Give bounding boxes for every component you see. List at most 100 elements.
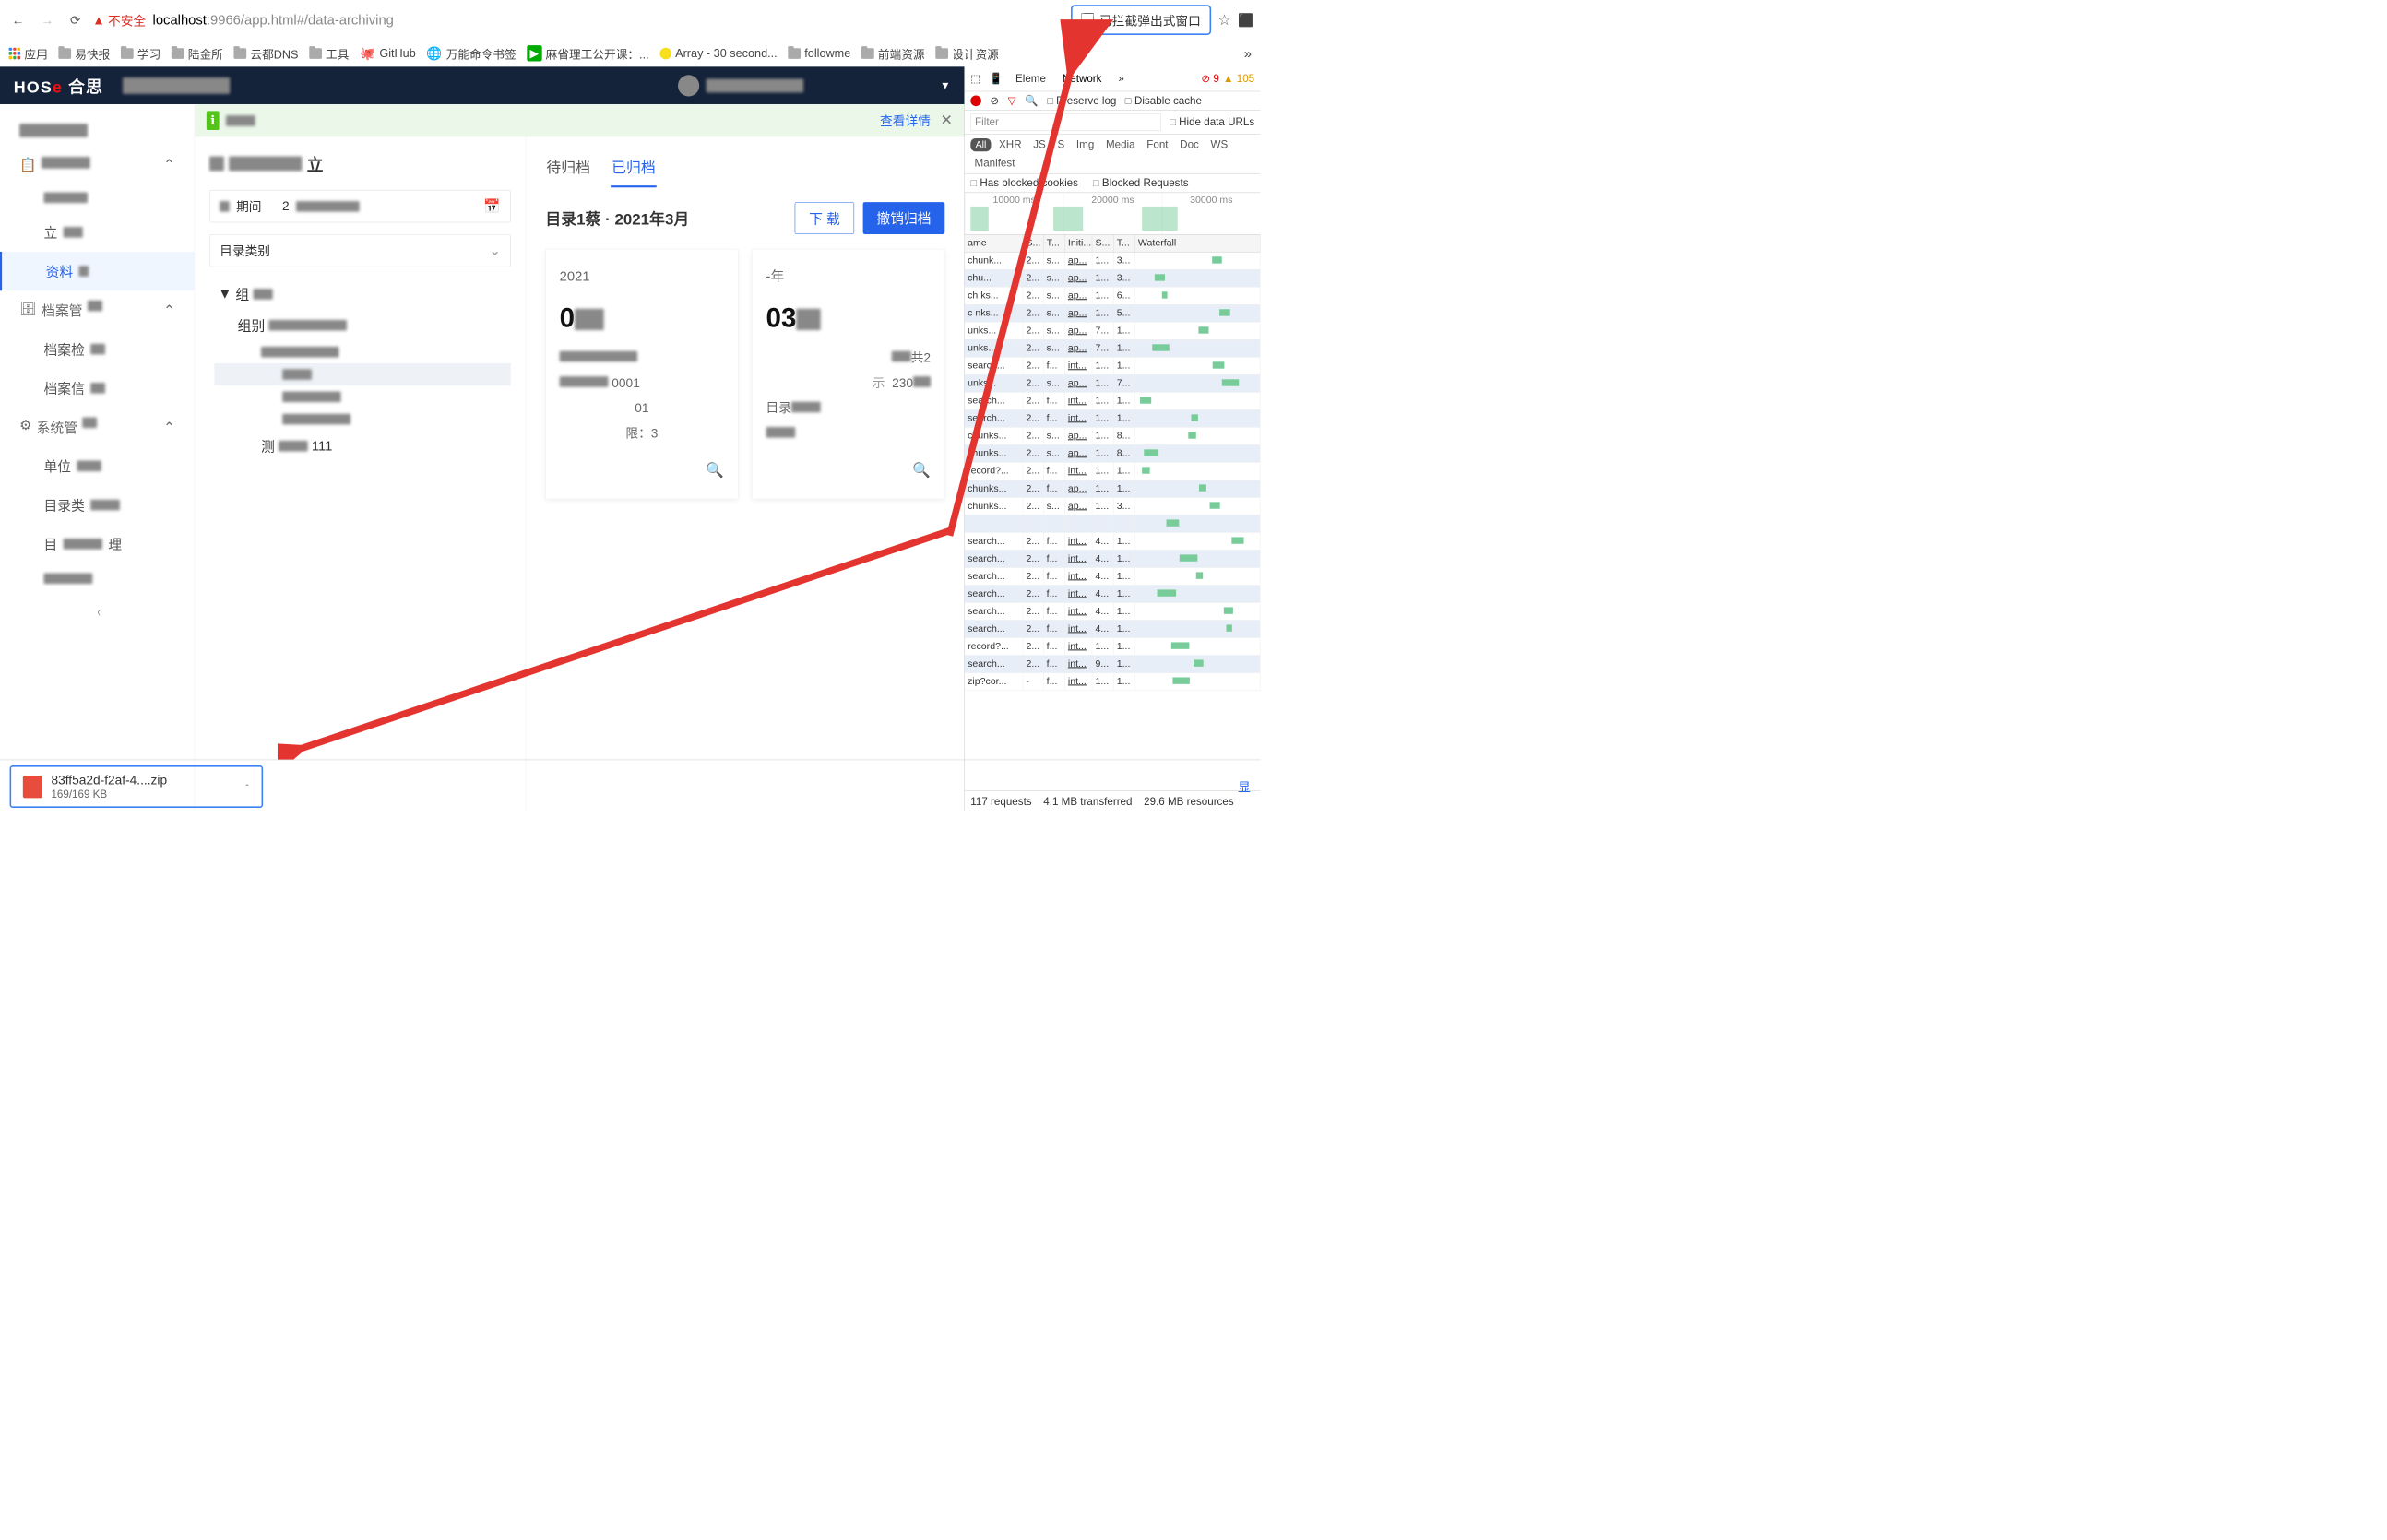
sidebar-item[interactable] bbox=[0, 114, 195, 148]
popup-blocked-chip[interactable]: 🗔 已拦截弹出式窗口 bbox=[1071, 5, 1211, 35]
network-row[interactable]: record?...2...f...int...1...1... bbox=[965, 463, 1260, 480]
view-icon[interactable]: 🔍 bbox=[766, 456, 931, 485]
network-row[interactable]: search...2...f...int...9...1... bbox=[965, 656, 1260, 673]
sidebar-group[interactable]: ⚙ 系统管⌃ bbox=[0, 408, 195, 446]
archive-card[interactable]: 2021 0 0001 01 限：3 🔍 bbox=[545, 249, 738, 499]
tree-node[interactable]: 组别 bbox=[214, 310, 511, 341]
sidebar-item[interactable]: 目录类 bbox=[0, 485, 195, 524]
sidebar-item[interactable]: 目理 bbox=[0, 525, 195, 563]
view-icon[interactable]: 🔍 bbox=[560, 456, 724, 485]
bookmark-item[interactable]: 前端资源 bbox=[861, 45, 925, 62]
filter-media[interactable]: Media bbox=[1102, 137, 1139, 152]
bookmark-item[interactable]: 🐙GitHub bbox=[360, 46, 416, 61]
filter-icon[interactable]: ▽ bbox=[1008, 94, 1016, 107]
record-button[interactable] bbox=[970, 95, 981, 106]
preserve-log-checkbox[interactable]: Preserve log bbox=[1047, 94, 1116, 107]
bookmark-item[interactable]: 工具 bbox=[309, 45, 349, 62]
reload-button[interactable]: ⟳ bbox=[65, 10, 86, 30]
tab-pending[interactable]: 待归档 bbox=[545, 151, 591, 187]
bookmark-star-icon[interactable]: ☆ bbox=[1217, 11, 1230, 28]
tab-archived[interactable]: 已归档 bbox=[611, 151, 657, 187]
show-all-downloads[interactable]: 显 bbox=[1238, 777, 1251, 796]
network-row[interactable]: search...2...f...int...4...1... bbox=[965, 551, 1260, 568]
tree-node[interactable] bbox=[214, 408, 511, 430]
col-size[interactable]: S... bbox=[1092, 234, 1113, 251]
col-waterfall[interactable]: Waterfall bbox=[1135, 234, 1261, 251]
devtools-tab-network[interactable]: Network bbox=[1059, 70, 1106, 89]
col-time[interactable]: T... bbox=[1114, 234, 1135, 251]
tree-node-selected[interactable] bbox=[214, 363, 511, 385]
bookmark-item[interactable]: Array - 30 second... bbox=[659, 46, 777, 60]
search-icon[interactable]: 🔍 bbox=[1025, 94, 1038, 107]
tree-node[interactable] bbox=[214, 341, 511, 363]
user-dropdown-caret[interactable]: ▼ bbox=[940, 79, 951, 92]
bookmark-item[interactable]: 🌐万能命令书签 bbox=[426, 45, 516, 62]
apps-button[interactable]: 应用 bbox=[9, 45, 48, 62]
revoke-button[interactable]: 撤销归档 bbox=[863, 202, 945, 234]
network-row[interactable]: search...2...f...int...1...1... bbox=[965, 393, 1260, 410]
filter-img[interactable]: Img bbox=[1073, 137, 1098, 152]
device-icon[interactable]: 📱 bbox=[990, 73, 1003, 86]
network-row[interactable]: chunks...2...s...ap...1...8... bbox=[965, 428, 1260, 445]
bookmark-item[interactable]: ▶麻省理工公开课：... bbox=[527, 45, 648, 62]
forward-button[interactable]: → bbox=[36, 10, 58, 30]
back-button[interactable]: ← bbox=[6, 10, 29, 30]
tree-node[interactable]: 测111 bbox=[214, 431, 511, 462]
tree-node[interactable]: ▼组 bbox=[214, 278, 511, 310]
network-row[interactable]: chunks...2...s...ap...1...3... bbox=[965, 498, 1260, 515]
network-row[interactable]: chunk...2...s...ap...1...3... bbox=[965, 253, 1260, 270]
network-timeline[interactable]: 10000 ms 20000 ms 30000 ms bbox=[965, 193, 1260, 234]
network-row[interactable]: chunks...2...f...ap...1...1... bbox=[965, 480, 1260, 498]
blocked-requests-checkbox[interactable]: Blocked Requests bbox=[1093, 177, 1189, 190]
chevron-up-icon[interactable]: ⌃ bbox=[244, 783, 250, 790]
network-row[interactable]: record?...2...f...int...1...1... bbox=[965, 638, 1260, 656]
tree-node[interactable] bbox=[214, 385, 511, 408]
sidebar-item[interactable] bbox=[0, 563, 195, 594]
sidebar-group[interactable]: 🗄 档案管⌃ bbox=[0, 290, 195, 329]
filter-doc[interactable]: Doc bbox=[1176, 137, 1203, 152]
network-row[interactable]: search...2...f...int...4...1... bbox=[965, 533, 1260, 551]
network-row[interactable]: zip?cor...-f...int...1...1... bbox=[965, 673, 1260, 691]
devtools-tab-elements[interactable]: Eleme bbox=[1012, 70, 1050, 89]
devtools-warnings[interactable]: ⊘ 9▲ 105 bbox=[1201, 73, 1254, 86]
clear-icon[interactable]: ⊘ bbox=[990, 94, 999, 107]
sidebar-item[interactable]: 档案检 bbox=[0, 329, 195, 368]
sidebar-item[interactable] bbox=[0, 183, 195, 213]
network-row[interactable]: c nks...2...s...ap...1...5... bbox=[965, 305, 1260, 323]
network-row[interactable]: search...2...f...int...4...1... bbox=[965, 621, 1260, 638]
network-row[interactable]: chunks...2...s...ap...1...8... bbox=[965, 445, 1260, 463]
address-bar[interactable]: ▲ 不安全 localhost:9966/app.html#/data-arch… bbox=[92, 11, 1063, 30]
col-initiator[interactable]: Initi... bbox=[1065, 234, 1093, 251]
network-row[interactable]: search...2...f...int...4...1... bbox=[965, 603, 1260, 621]
network-row[interactable]: search...2...f...int...1...1... bbox=[965, 410, 1260, 428]
devtools-tab-more[interactable]: » bbox=[1114, 70, 1128, 89]
inspect-icon[interactable]: ⬚ bbox=[970, 73, 980, 86]
network-row[interactable]: unks...2...s...ap...7...1... bbox=[965, 340, 1260, 358]
filter-css[interactable]: S bbox=[1053, 137, 1068, 152]
filter-xhr[interactable]: XHR bbox=[995, 137, 1026, 152]
col-name[interactable]: ame bbox=[965, 234, 1023, 251]
category-select[interactable]: 目录类别⌄ bbox=[209, 234, 511, 267]
network-row[interactable] bbox=[965, 515, 1260, 533]
network-row[interactable]: ch ks...2...s...ap...1...6... bbox=[965, 288, 1260, 305]
sidebar-item[interactable]: 档案信 bbox=[0, 369, 195, 408]
filter-ws[interactable]: WS bbox=[1206, 137, 1231, 152]
sidebar-item[interactable]: 单位 bbox=[0, 446, 195, 485]
disable-cache-checkbox[interactable]: Disable cache bbox=[1125, 94, 1202, 107]
filter-manifest[interactable]: Manifest bbox=[970, 156, 1018, 171]
bookmark-item[interactable]: 学习 bbox=[121, 45, 160, 62]
notice-link[interactable]: 查看详情 bbox=[880, 112, 931, 130]
bookmark-item[interactable]: 易快报 bbox=[58, 45, 110, 62]
network-row[interactable]: unks...2...s...ap...1...7... bbox=[965, 375, 1260, 393]
filter-input[interactable]: Filter bbox=[970, 113, 1160, 131]
bookmarks-overflow[interactable]: » bbox=[1244, 45, 1252, 61]
sidebar-item-active[interactable]: 资料 bbox=[0, 252, 195, 290]
bookmark-item[interactable]: 陆金所 bbox=[172, 45, 223, 62]
blocked-cookies-checkbox[interactable]: Has blocked cookies bbox=[970, 177, 1078, 190]
hide-data-urls-checkbox[interactable]: Hide data URLs bbox=[1170, 116, 1254, 129]
col-status[interactable]: S... bbox=[1023, 234, 1043, 251]
col-type[interactable]: T... bbox=[1044, 234, 1065, 251]
filter-js[interactable]: JS bbox=[1029, 137, 1050, 152]
notice-close-icon[interactable]: ✕ bbox=[940, 112, 952, 128]
sidebar-group[interactable]: 📋 ⌃ bbox=[0, 147, 195, 183]
